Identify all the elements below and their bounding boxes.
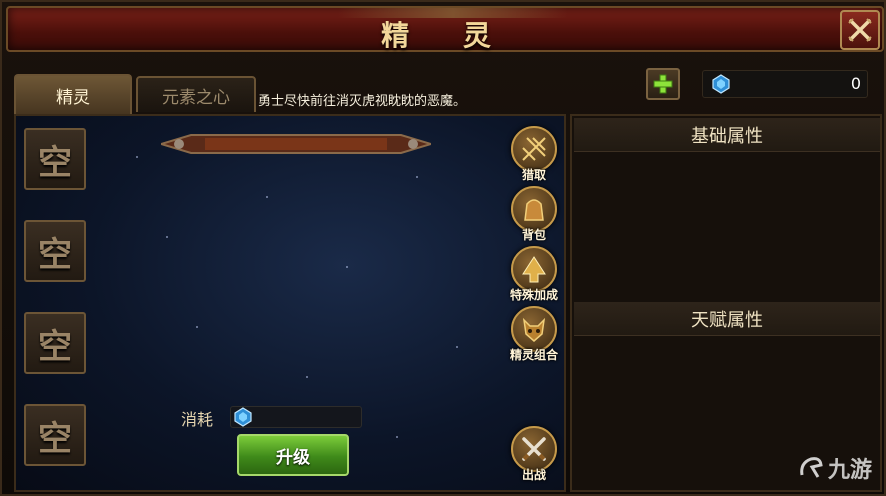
watermark-text: 九游 <box>828 458 873 483</box>
hunt-button[interactable]: 猎取 <box>506 126 562 183</box>
spirit-name-banner <box>161 134 431 154</box>
close-button[interactable] <box>840 10 880 50</box>
deploy-label: 出战 <box>521 468 546 482</box>
basic-attributes-header: 基础属性 <box>574 118 880 152</box>
bag-button[interactable]: 背包 <box>506 186 562 243</box>
tab-element-heart[interactable]: 元素之心 <box>136 76 256 112</box>
plus-icon <box>653 74 673 94</box>
window-title: 精 灵 <box>381 19 513 52</box>
nine-game-logo-icon <box>800 457 823 478</box>
spirit-display-panel: 空 空 空 空 猎取 背包 特殊加成 精灵组合 出战 消耗 升级 <box>14 114 566 492</box>
spirit-slot-4[interactable]: 空 <box>24 404 86 466</box>
add-currency-button[interactable] <box>646 68 680 100</box>
close-icon <box>848 18 872 42</box>
spirit-slot-3[interactable]: 空 <box>24 312 86 374</box>
attributes-panel: 基础属性 天赋属性 <box>570 114 882 492</box>
crystal-gem-icon <box>712 74 730 94</box>
currency-display: 0 <box>702 70 868 98</box>
tab-spirit[interactable]: 精灵 <box>14 74 132 114</box>
deploy-button[interactable]: 出战 <box>506 426 562 483</box>
site-watermark: 九游 <box>798 452 872 484</box>
special-bonus-button[interactable]: 特殊加成 <box>506 246 562 303</box>
upgrade-button[interactable]: 升级 <box>237 434 349 476</box>
talent-attributes-header: 天赋属性 <box>574 302 880 336</box>
cost-field <box>230 406 362 428</box>
spirit-combo-label: 精灵组合 <box>509 348 558 362</box>
currency-value: 0 <box>850 74 861 93</box>
hunt-label: 猎取 <box>521 168 546 182</box>
spirit-slot-2[interactable]: 空 <box>24 220 86 282</box>
bag-label: 背包 <box>521 228 546 242</box>
spirit-combo-button[interactable]: 精灵组合 <box>506 306 562 363</box>
title-bar: 精 灵 <box>6 6 884 52</box>
spirit-slot-1[interactable]: 空 <box>24 128 86 190</box>
special-bonus-label: 特殊加成 <box>509 288 558 302</box>
scrolling-notice: 勇士尽快前往消灭虎视眈眈的恶魔。 <box>258 94 467 109</box>
crystal-gem-icon <box>234 407 252 427</box>
cost-label: 消耗 <box>181 410 214 429</box>
spirit-window: 精 灵 精灵 元素之心 勇士尽快前往消灭虎视眈眈的恶魔。 0 空 空 空 空 猎… <box>0 0 886 496</box>
